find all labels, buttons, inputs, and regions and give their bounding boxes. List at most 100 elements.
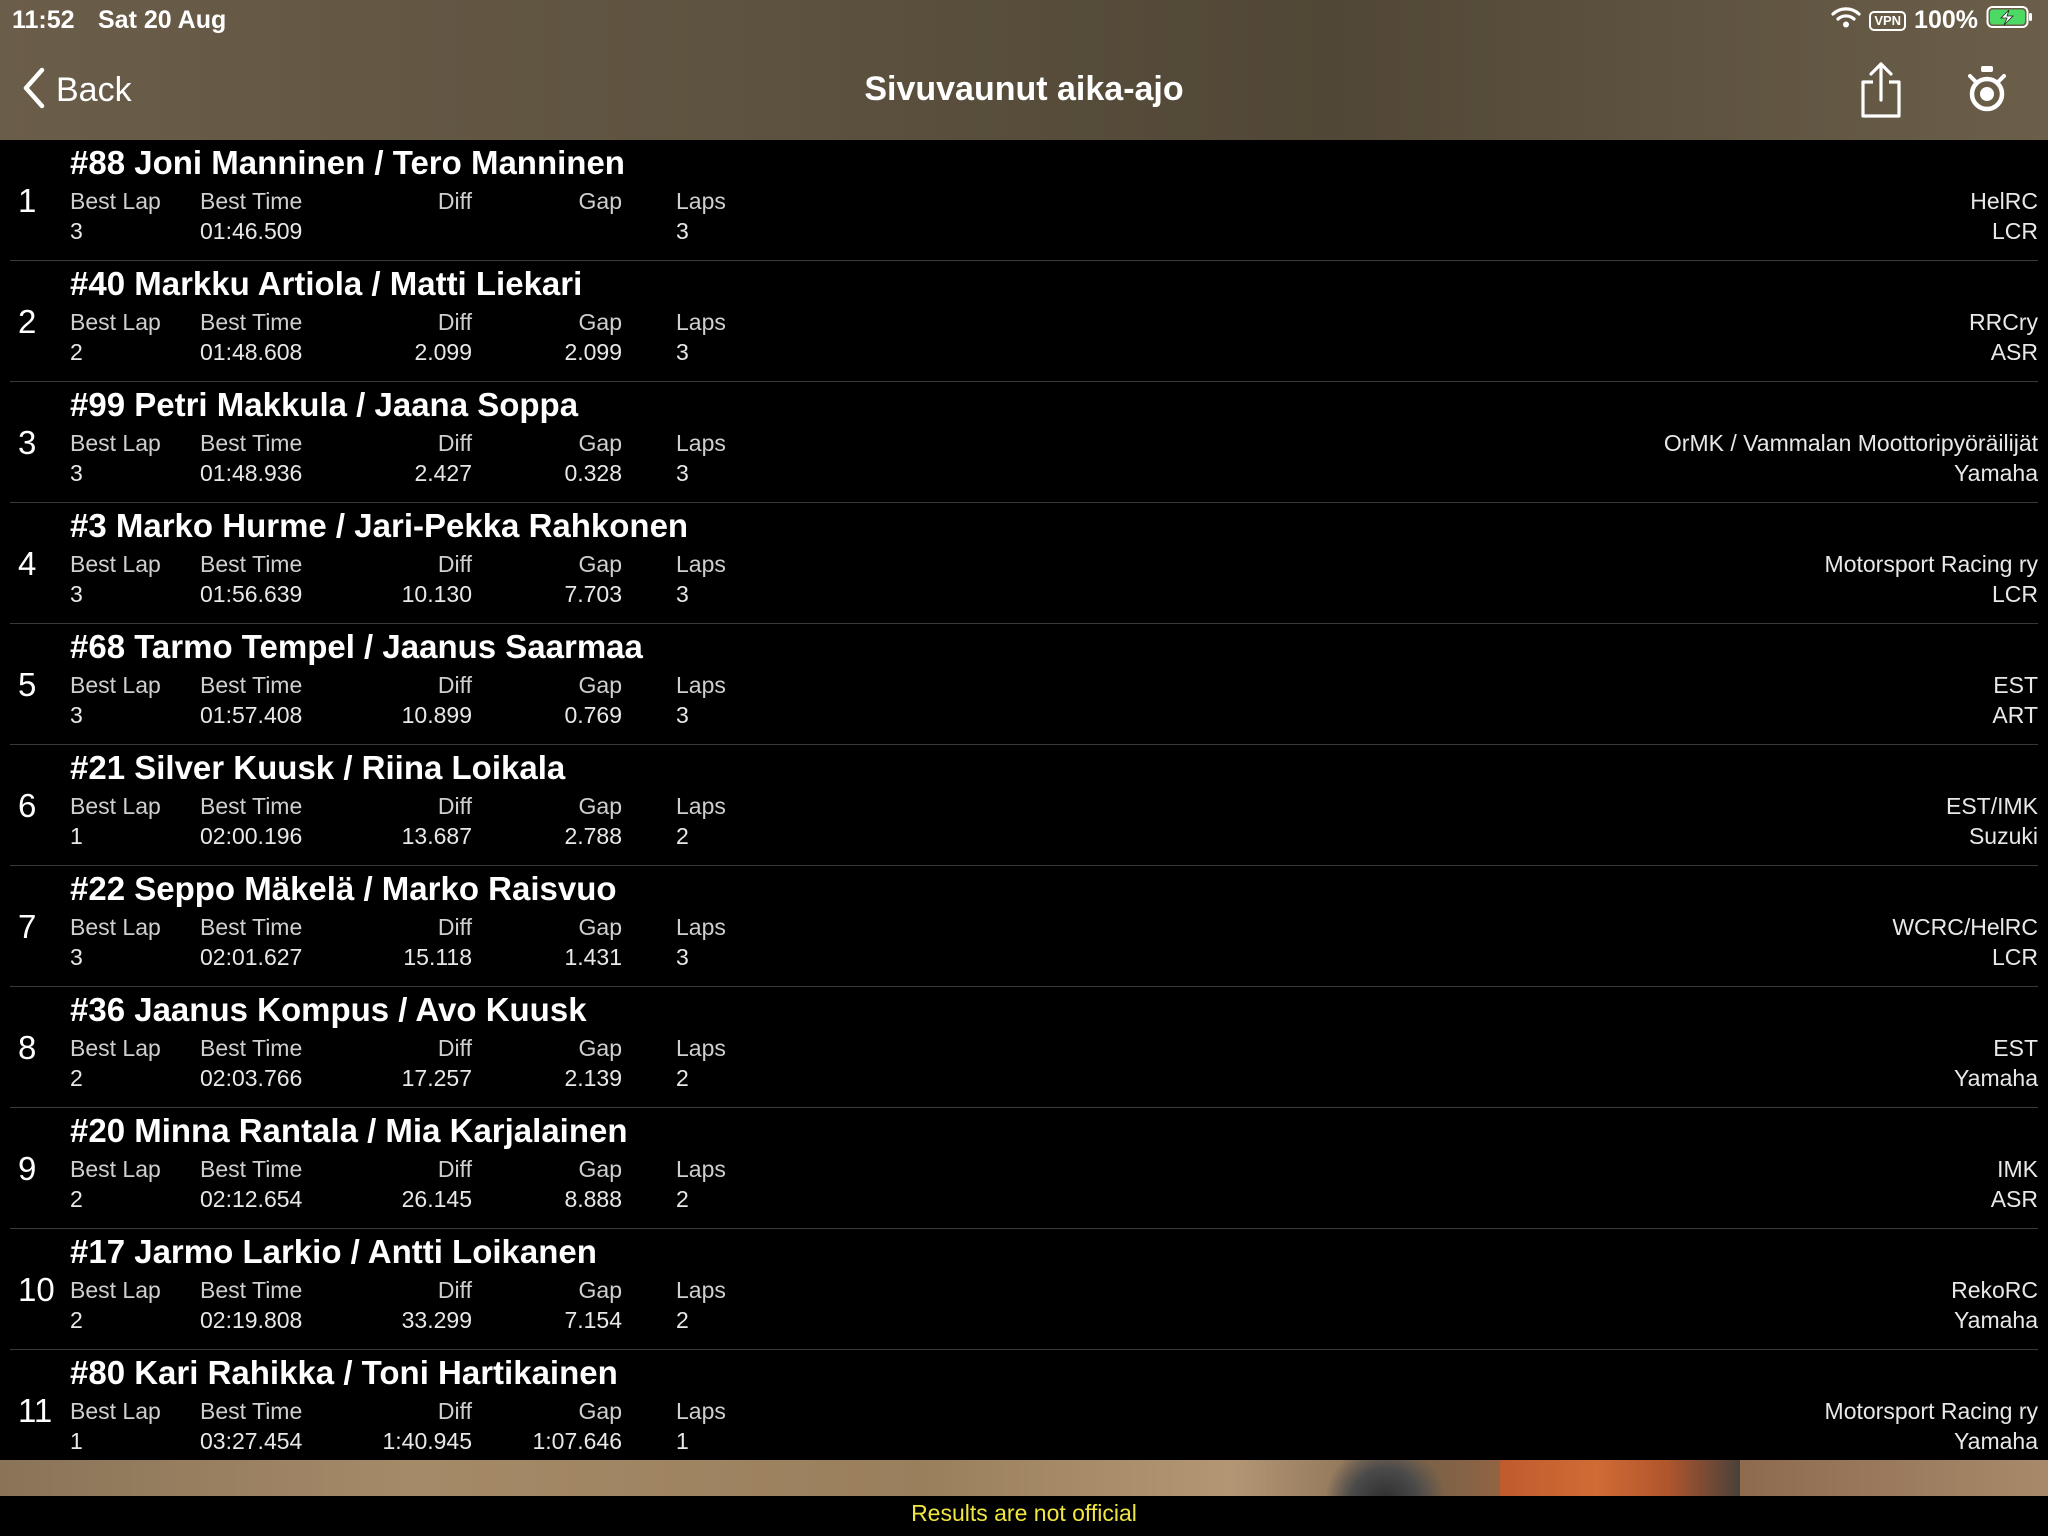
diff-value: 10.899	[401, 702, 472, 728]
result-row[interactable]: 3 #99 Petri Makkula / Jaana Soppa Best Lap…	[10, 382, 2038, 503]
laps-value: 3	[676, 581, 689, 607]
best-lap-label: Best Lap	[70, 309, 161, 335]
driver-names: #88 Joni Manninen / Tero Manninen	[70, 144, 625, 181]
sidecar-make: ASR	[1990, 339, 2038, 365]
best-lap-label: Best Lap	[70, 793, 161, 819]
laps-value: 3	[676, 944, 689, 970]
result-row[interactable]: 9 #20 Minna Rantala / Mia Karjalainen Best…	[10, 1108, 2038, 1229]
vpn-badge: VPN	[1869, 10, 1907, 31]
results-list[interactable]: 1 #88 Joni Manninen / Tero Manninen Best L…	[0, 140, 2048, 1460]
sidecar-make: LCR	[1991, 218, 2038, 244]
best-lap-value: 2	[70, 1307, 83, 1333]
stopwatch-icon	[1962, 66, 2012, 120]
result-row[interactable]: 10 #17 Jarmo Larkio / Antti Loikanen Best …	[10, 1229, 2038, 1350]
result-row[interactable]: 7 #22 Seppo Mäkelä / Marko Raisvuo Best La…	[10, 866, 2038, 987]
result-row[interactable]: 6 #21 Silver Kuusk / Riina Loikala Best La…	[10, 745, 2038, 866]
timer-button[interactable]	[1962, 64, 2012, 116]
position: 11	[18, 1392, 53, 1429]
driver-names: #40 Markku Artiola / Matti Liekari	[70, 265, 583, 302]
background-bike	[1500, 1460, 1740, 1496]
laps-label: Laps	[676, 1035, 726, 1061]
gap-value: 2.788	[564, 823, 622, 849]
laps-label: Laps	[676, 551, 726, 577]
best-time-value: 02:12.654	[200, 1186, 303, 1212]
best-time-label: Best Time	[200, 551, 303, 577]
sidecar-make: Yamaha	[1954, 1065, 2038, 1091]
position: 3	[18, 424, 37, 461]
position: 7	[18, 908, 37, 945]
driver-names: #99 Petri Makkula / Jaana Soppa	[70, 386, 579, 423]
best-lap-label: Best Lap	[70, 430, 161, 456]
gap-label: Gap	[578, 1277, 622, 1303]
driver-names: #3 Marko Hurme / Jari-Pekka Rahkonen	[70, 507, 689, 544]
diff-value: 10.130	[401, 581, 472, 607]
best-lap-label: Best Lap	[70, 1398, 161, 1424]
wifi-icon	[1831, 5, 1861, 36]
diff-value: 13.687	[401, 823, 472, 849]
result-row[interactable]: 5 #68 Tarmo Tempel / Jaanus Saarmaa Best L…	[10, 624, 2038, 745]
best-time-label: Best Time	[200, 914, 303, 940]
best-time-label: Best Time	[200, 1398, 303, 1424]
best-lap-label: Best Lap	[70, 672, 161, 698]
gap-label: Gap	[578, 672, 622, 698]
club-name: WCRC/HelRC	[1892, 914, 2038, 940]
best-lap-value: 3	[70, 581, 83, 607]
laps-label: Laps	[676, 1398, 726, 1424]
best-time-value: 01:48.936	[200, 460, 303, 486]
result-row[interactable]: 1 #88 Joni Manninen / Tero Manninen Best L…	[10, 140, 2038, 261]
diff-label: Diff	[437, 1277, 472, 1303]
club-name: OrMK / Vammalan Moottoripyöräilijät	[1663, 430, 2038, 456]
laps-value: 3	[676, 339, 689, 365]
position: 5	[18, 666, 37, 703]
app-root: 11:52 Sat 20 Aug VPN 100% Back Sivuvaunu…	[0, 0, 2048, 1536]
laps-label: Laps	[676, 1277, 726, 1303]
gap-label: Gap	[578, 914, 622, 940]
best-time-value: 01:46.509	[200, 218, 303, 244]
best-lap-label: Best Lap	[70, 188, 161, 214]
header: 11:52 Sat 20 Aug VPN 100% Back Sivuvaunu…	[0, 0, 2048, 140]
best-lap-label: Best Lap	[70, 914, 161, 940]
result-row[interactable]: 2 #40 Markku Artiola / Matti Liekari Best …	[10, 261, 2038, 382]
driver-names: #36 Jaanus Kompus / Avo Kuusk	[70, 991, 587, 1028]
best-lap-value: 1	[70, 1428, 83, 1454]
battery-charging-icon	[1986, 5, 2034, 36]
best-time-value: 02:19.808	[200, 1307, 303, 1333]
best-lap-value: 2	[70, 1065, 83, 1091]
gap-label: Gap	[578, 1035, 622, 1061]
club-name: EST	[1993, 672, 2038, 698]
status-indicators: VPN 100%	[1831, 5, 2034, 36]
club-name: IMK	[1997, 1156, 2038, 1182]
result-row[interactable]: 4 #3 Marko Hurme / Jari-Pekka Rahkonen Bes…	[10, 503, 2038, 624]
diff-value: 26.145	[401, 1186, 472, 1212]
driver-names: #21 Silver Kuusk / Riina Loikala	[70, 749, 566, 786]
sidecar-make: ART	[1992, 702, 2038, 728]
status-bar: 11:52 Sat 20 Aug VPN 100%	[0, 0, 2048, 40]
gap-value: 0.769	[564, 702, 622, 728]
best-lap-label: Best Lap	[70, 551, 161, 577]
best-lap-value: 3	[70, 460, 83, 486]
position: 6	[18, 787, 37, 824]
diff-value: 2.099	[414, 339, 472, 365]
diff-label: Diff	[437, 188, 472, 214]
best-lap-value: 3	[70, 944, 83, 970]
club-name: HelRC	[1970, 188, 2038, 214]
best-time-label: Best Time	[200, 793, 303, 819]
best-time-label: Best Time	[200, 1156, 303, 1182]
gap-label: Gap	[578, 430, 622, 456]
result-row[interactable]: 11 #80 Kari Rahikka / Toni Hartikainen Bes…	[10, 1350, 2038, 1470]
driver-names: #80 Kari Rahikka / Toni Hartikainen	[70, 1354, 618, 1391]
diff-label: Diff	[437, 1035, 472, 1061]
diff-value: 15.118	[403, 944, 472, 970]
laps-label: Laps	[676, 793, 726, 819]
gap-value: 7.703	[564, 581, 622, 607]
share-button[interactable]	[1856, 60, 1906, 120]
diff-label: Diff	[437, 551, 472, 577]
laps-label: Laps	[676, 430, 726, 456]
background-photo	[0, 1460, 2048, 1496]
footer: Results are not official	[0, 1496, 2048, 1536]
result-row[interactable]: 8 #36 Jaanus Kompus / Avo Kuusk Best Lap Be…	[10, 987, 2038, 1108]
best-lap-label: Best Lap	[70, 1277, 161, 1303]
page-title: Sivuvaunut aika-ajo	[864, 70, 1184, 108]
driver-names: #17 Jarmo Larkio / Antti Loikanen	[70, 1233, 597, 1270]
navigation-bar: Back Sivuvaunut aika-ajo	[0, 50, 2048, 130]
